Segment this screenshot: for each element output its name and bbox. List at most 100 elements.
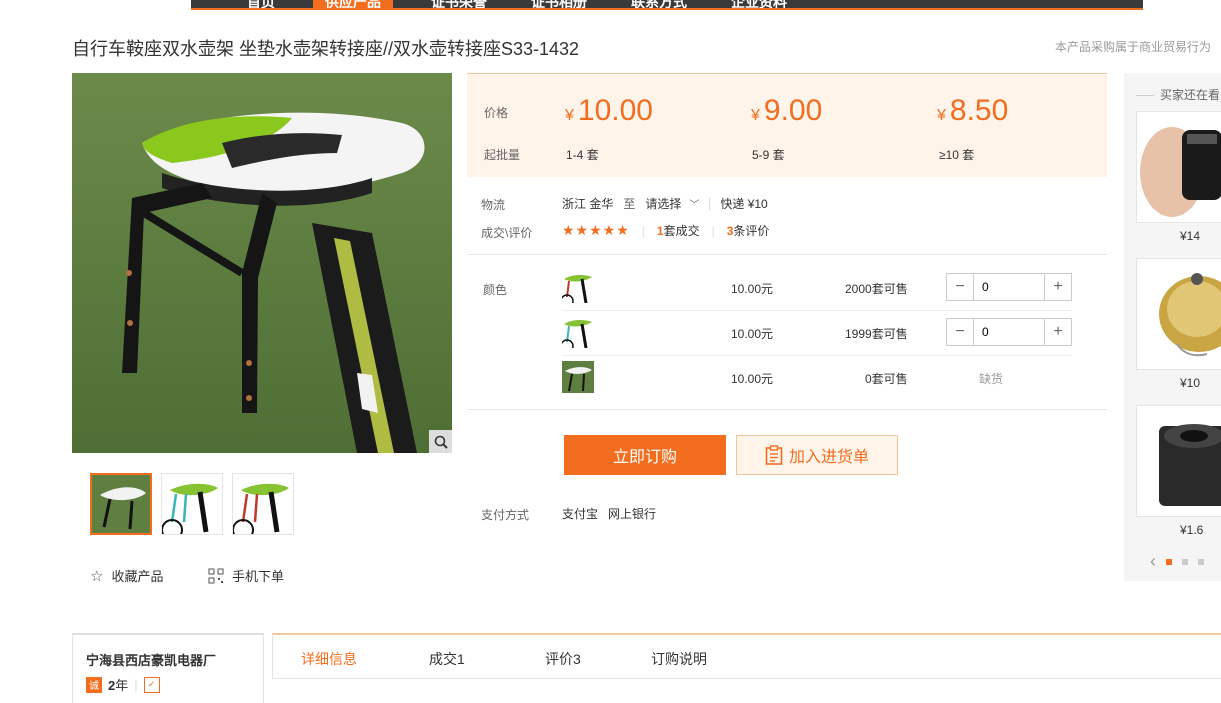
tab-deals[interactable]: 成交1 xyxy=(429,649,465,669)
favorite-button[interactable]: ☆ 收藏产品 xyxy=(90,566,163,585)
quantity-stepper: − + xyxy=(946,318,1072,346)
tier-qty: 5-9 套 xyxy=(752,148,785,162)
membership-icon: 诚 xyxy=(86,676,102,693)
divider: | xyxy=(641,223,645,238)
chevron-down-icon: ﹀ xyxy=(689,200,700,211)
color-label: 颜色 xyxy=(483,283,508,297)
rating-row: ★★★★★ | 1套成交 | 3条评价 xyxy=(562,222,769,239)
divider: | xyxy=(134,677,138,692)
out-of-stock-label: 缺货 xyxy=(979,372,1004,386)
nav-profile[interactable]: 企业资料 xyxy=(731,0,787,8)
recommend-item[interactable] xyxy=(1136,405,1221,517)
nav-products[interactable]: 供应产品 xyxy=(313,0,393,8)
sku-stock: 1999套可售 xyxy=(845,327,908,341)
express-fee: 快递 ¥10 xyxy=(720,197,768,211)
pager-dot[interactable] xyxy=(1182,558,1188,565)
tier-price: ¥9.00 xyxy=(751,94,823,127)
decrement-button[interactable]: − xyxy=(947,274,973,300)
mobile-label: 手机下单 xyxy=(232,569,285,584)
sku-swatch[interactable] xyxy=(562,316,594,348)
pager-dot[interactable] xyxy=(1166,558,1172,565)
payment-label: 支付方式 xyxy=(481,508,530,522)
add-to-cart-button[interactable]: 加入进货单 xyxy=(736,435,898,475)
recommend-item[interactable] xyxy=(1136,258,1221,370)
quantity-input[interactable] xyxy=(973,274,1045,300)
payment-method: 支付宝 xyxy=(562,507,599,521)
qrcode-icon xyxy=(208,568,224,583)
divider xyxy=(467,409,1107,410)
nav-home[interactable]: 首页 xyxy=(247,0,275,8)
certificate-icon[interactable]: ✓ xyxy=(143,676,160,693)
recommend-item[interactable] xyxy=(1136,111,1221,223)
increment-button[interactable]: + xyxy=(1045,319,1071,345)
price-label: 价格 xyxy=(484,106,509,120)
rating-stars: ★★★★★ xyxy=(562,222,630,238)
tab-reviews[interactable]: 评价3 xyxy=(545,649,581,669)
divider xyxy=(709,197,711,210)
to-word: 至 xyxy=(623,197,636,211)
nav-certificates[interactable]: 证书荣誉 xyxy=(431,0,487,8)
nav-album[interactable]: 证书相册 xyxy=(531,0,587,8)
company-card: 宁海县西店豪凯电器厂 诚 2年 | ✓ xyxy=(72,633,264,703)
pager-dot[interactable] xyxy=(1198,558,1204,565)
price-panel: 价格 起批量 ¥10.00 ¥9.00 ¥8.50 1-4 套 5-9 套 ≥1… xyxy=(467,73,1107,177)
recommend-title: 买家还在看 xyxy=(1136,86,1220,103)
top-nav: 首页 供应产品 证书荣誉 证书相册 联系方式 企业资料 xyxy=(191,0,1143,10)
mobile-order-button[interactable]: 手机下单 xyxy=(208,566,284,585)
quantity-stepper: − + xyxy=(946,273,1072,301)
recommend-price: ¥1.6 xyxy=(1180,523,1204,537)
logistics-label: 物流 xyxy=(481,198,506,212)
sku-row: 10.00元 0套可售 缺货 xyxy=(562,355,1072,400)
clipboard-icon xyxy=(765,445,783,465)
thumbnail-list xyxy=(90,473,294,535)
ship-from: 浙江 金华 xyxy=(562,197,614,211)
nav-contact[interactable]: 联系方式 xyxy=(631,0,687,8)
tab-order-info[interactable]: 订购说明 xyxy=(651,649,707,669)
sku-row: 10.00元 1999套可售 − + xyxy=(562,310,1072,355)
favorite-label: 收藏产品 xyxy=(111,569,164,584)
company-name[interactable]: 宁海县西店豪凯电器厂 xyxy=(86,650,216,669)
deals-link[interactable]: 1套成交 xyxy=(657,222,700,239)
moq-label: 起批量 xyxy=(484,148,521,162)
divider: | xyxy=(711,223,715,238)
recommend-price: ¥14 xyxy=(1180,229,1201,243)
trade-note: 本产品采购属于商业贸易行为 xyxy=(1054,40,1211,54)
thumbnail[interactable] xyxy=(161,473,223,535)
sku-stock: 2000套可售 xyxy=(845,282,908,296)
destination-select[interactable]: 请选择 ﹀ xyxy=(645,195,699,212)
tier-price: ¥8.50 xyxy=(937,94,1009,127)
logistics-row: 浙江 金华 至 请选择 ﹀ 快递 ¥10 xyxy=(562,195,768,212)
payment-methods: 支付宝 网上银行 xyxy=(562,505,656,522)
buy-now-button[interactable]: 立即订购 xyxy=(564,435,726,475)
add-to-cart-label: 加入进货单 xyxy=(788,449,869,466)
main-product-image[interactable] xyxy=(72,73,452,453)
recommend-price: ¥10 xyxy=(1180,376,1201,390)
divider xyxy=(467,254,1107,255)
sku-price: 10.00元 xyxy=(731,282,774,296)
sku-price: 10.00元 xyxy=(731,327,774,341)
tier-qty: ≥10 套 xyxy=(939,148,975,162)
magnifier-icon xyxy=(434,435,448,449)
reviews-link[interactable]: 3条评价 xyxy=(727,222,770,239)
thumbnail[interactable] xyxy=(232,473,294,535)
sku-swatch[interactable] xyxy=(562,361,594,393)
chevron-left-icon[interactable]: ‹ xyxy=(1150,551,1156,572)
tab-details[interactable]: 详细信息 xyxy=(301,649,357,669)
star-outline-icon: ☆ xyxy=(90,567,104,585)
sku-price: 10.00元 xyxy=(731,372,774,386)
recommend-pager: ‹ xyxy=(1150,551,1204,572)
sku-stock: 0套可售 xyxy=(865,372,908,386)
quantity-input[interactable] xyxy=(973,319,1045,345)
decrement-button[interactable]: − xyxy=(947,319,973,345)
tier-qty: 1-4 套 xyxy=(566,148,599,162)
tier-price: ¥10.00 xyxy=(565,94,653,127)
zoom-button[interactable] xyxy=(429,430,452,453)
thumbnail[interactable] xyxy=(90,473,152,535)
product-title: 自行车鞍座双水壶架 坐垫水壶架转接座//双水壶转接座S33-1432 xyxy=(72,39,580,59)
increment-button[interactable]: + xyxy=(1045,274,1071,300)
sku-row: 10.00元 2000套可售 − + xyxy=(562,265,1072,310)
detail-tabs: 详细信息 成交1 评价3 订购说明 xyxy=(272,633,1221,679)
sku-swatch[interactable] xyxy=(562,271,594,303)
membership-years: 诚 2年 | ✓ xyxy=(86,675,160,694)
payment-method: 网上银行 xyxy=(608,507,657,521)
